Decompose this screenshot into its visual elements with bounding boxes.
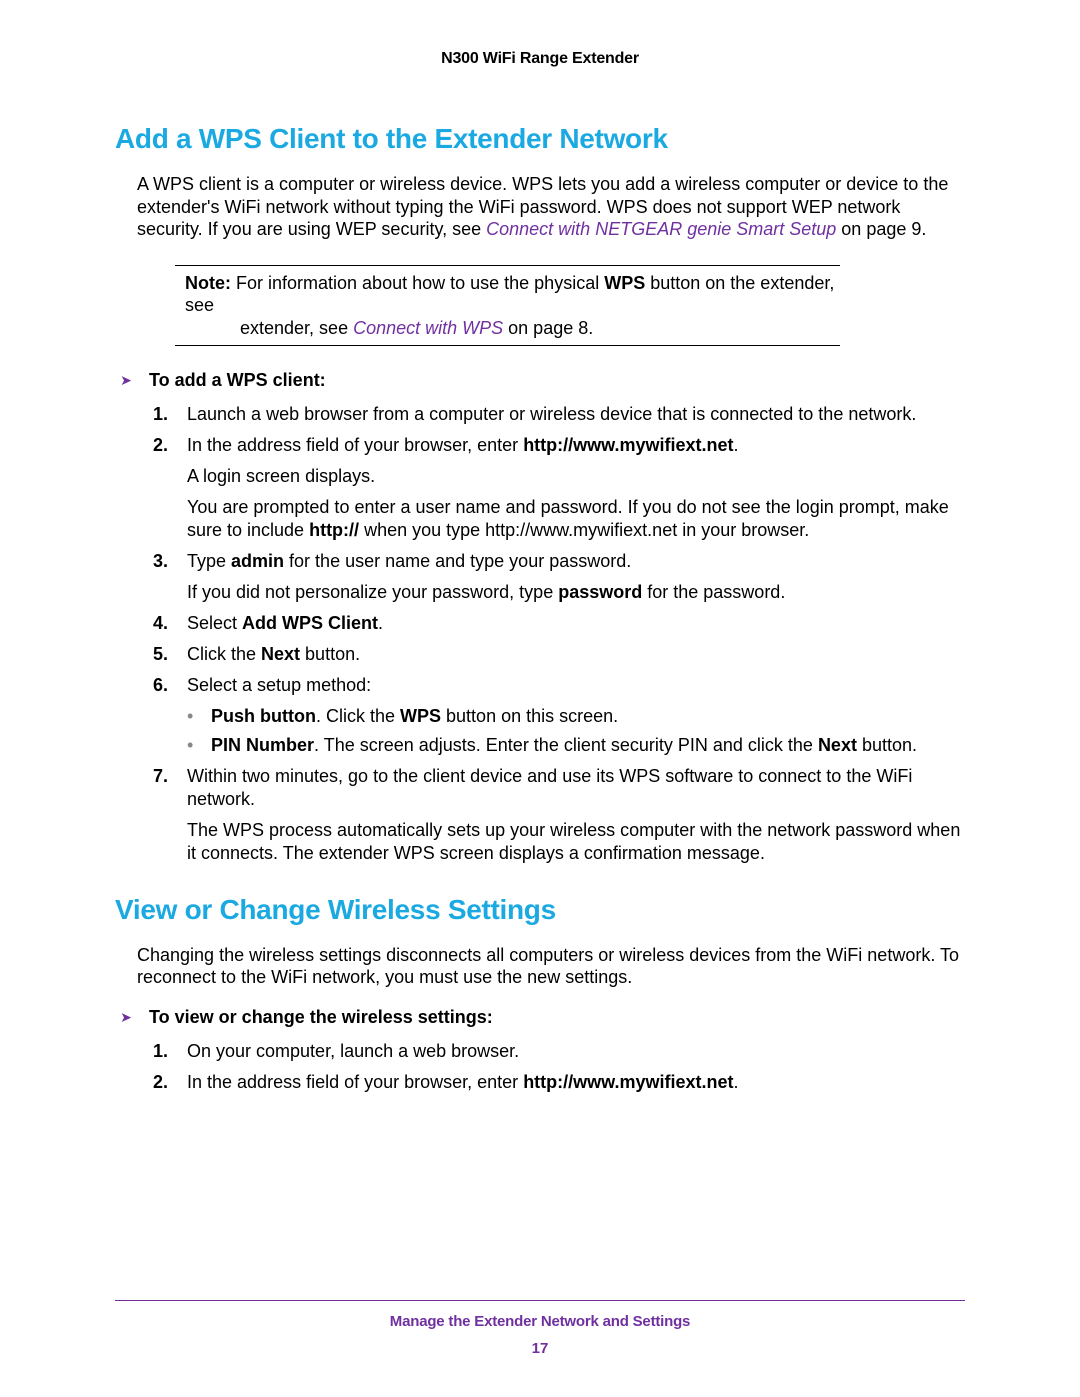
step-number: 1.: [153, 403, 175, 426]
link-genie-smart-setup[interactable]: Connect with NETGEAR genie Smart Setup: [486, 219, 836, 239]
step-3: 3. Type admin for the user name and type…: [153, 550, 965, 573]
step-text: In the address field of your browser, en…: [187, 434, 965, 457]
step-number: 1.: [153, 1040, 175, 1063]
steps-list-add-wps: 1. Launch a web browser from a computer …: [115, 403, 965, 457]
step-text: Launch a web browser from a computer or …: [187, 403, 965, 426]
note-content: Note: For information about how to use t…: [175, 266, 840, 346]
footer-chapter-title: Manage the Extender Network and Settings: [115, 1313, 965, 1330]
step-2-followup-2: You are prompted to enter a user name an…: [187, 496, 965, 542]
step-text: On your computer, launch a web browser.: [187, 1040, 965, 1063]
step-number: 3.: [153, 550, 175, 573]
section-heading-wps: Add a WPS Client to the Extender Network: [115, 123, 965, 155]
chevron-right-icon: ➤: [115, 1009, 137, 1026]
step-number: 2.: [153, 434, 175, 457]
text: on page 9.: [836, 219, 926, 239]
running-header: N300 WiFi Range Extender: [115, 50, 965, 68]
procedure-label: To add a WPS client:: [149, 370, 326, 391]
bullet-pin-number: • PIN Number. The screen adjusts. Enter …: [187, 734, 965, 757]
page-number: 17: [115, 1340, 965, 1357]
step-2: 2. In the address field of your browser,…: [153, 1071, 965, 1094]
bullet-icon: •: [187, 734, 197, 757]
procedure-heading-add-wps: ➤ To add a WPS client:: [115, 370, 965, 391]
step-number: 7.: [153, 765, 175, 811]
step-4: 4. Select Add WPS Client.: [153, 612, 965, 635]
step-6: 6. Select a setup method:: [153, 674, 965, 697]
bold-wps: WPS: [604, 273, 645, 293]
step-1: 1. Launch a web browser from a computer …: [153, 403, 965, 426]
bullet-icon: •: [187, 705, 197, 728]
steps-cont2: 4. Select Add WPS Client. 5. Click the N…: [115, 612, 965, 697]
step-text: Select a setup method:: [187, 674, 965, 697]
step-text: In the address field of your browser, en…: [187, 1071, 965, 1094]
text: on page 8.: [503, 318, 593, 338]
steps-cont: 3. Type admin for the user name and type…: [115, 550, 965, 573]
step-6-bullets: • Push button. Click the WPS button on t…: [115, 705, 965, 757]
step-3-followup: If you did not personalize your password…: [187, 581, 965, 604]
step-text: Within two minutes, go to the client dev…: [187, 765, 965, 811]
step-text: Click the Next button.: [187, 643, 965, 666]
document-page: N300 WiFi Range Extender Add a WPS Clien…: [0, 0, 1080, 1397]
section-heading-wireless-settings: View or Change Wireless Settings: [115, 894, 965, 926]
steps-list-view-wireless: 1. On your computer, launch a web browse…: [115, 1040, 965, 1094]
step-text: Type admin for the user name and type yo…: [187, 550, 965, 573]
footer-rule: [115, 1300, 965, 1301]
procedure-heading-view-wireless: ➤ To view or change the wireless setting…: [115, 1007, 965, 1028]
step-number: 4.: [153, 612, 175, 635]
chevron-right-icon: ➤: [115, 372, 137, 389]
url-mywifiext: http://www.mywifiext.net: [523, 1072, 733, 1092]
link-connect-with-wps[interactable]: Connect with WPS: [353, 318, 503, 338]
step-number: 2.: [153, 1071, 175, 1094]
note-rule-bottom: [175, 345, 840, 346]
step-number: 6.: [153, 674, 175, 697]
section1-intro: A WPS client is a computer or wireless d…: [115, 173, 965, 241]
steps-cont3: 7. Within two minutes, go to the client …: [115, 765, 965, 811]
procedure-label: To view or change the wireless settings:: [149, 1007, 493, 1028]
step-2-followup-1: A login screen displays.: [187, 465, 965, 488]
step-number: 5.: [153, 643, 175, 666]
note-line2: extender, see Connect with WPS on page 8…: [185, 318, 593, 338]
note-label: Note:: [185, 273, 231, 293]
page-footer: Manage the Extender Network and Settings…: [115, 1300, 965, 1357]
section2-intro: Changing the wireless settings disconnec…: [115, 944, 965, 989]
step-7: 7. Within two minutes, go to the client …: [153, 765, 965, 811]
step-1: 1. On your computer, launch a web browse…: [153, 1040, 965, 1063]
step-text: Select Add WPS Client.: [187, 612, 965, 635]
text: For information about how to use the phy…: [231, 273, 604, 293]
step-2: 2. In the address field of your browser,…: [153, 434, 965, 457]
url-mywifiext: http://www.mywifiext.net: [523, 435, 733, 455]
note-block: Note: For information about how to use t…: [175, 265, 840, 347]
bullet-push-button: • Push button. Click the WPS button on t…: [187, 705, 965, 728]
step-7-followup: The WPS process automatically sets up yo…: [187, 819, 965, 865]
step-5: 5. Click the Next button.: [153, 643, 965, 666]
